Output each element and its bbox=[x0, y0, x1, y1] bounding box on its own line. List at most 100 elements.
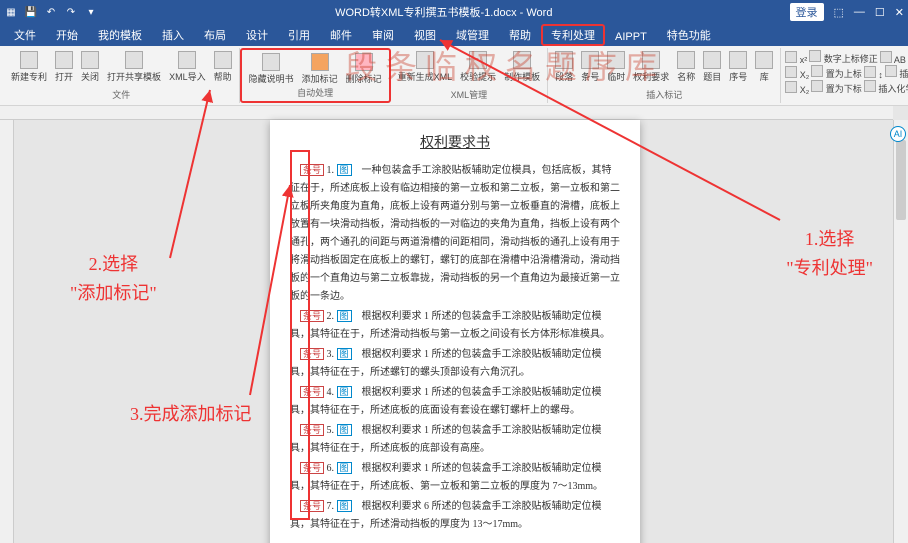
document-title: 权利要求书 bbox=[290, 132, 620, 152]
ribbon-small-row: x² 数字上标修正 AB AB与下白标修正 插入MT公式 化学公式编辑 转为图片… bbox=[785, 50, 908, 65]
tab-9[interactable]: 视图 bbox=[404, 24, 446, 46]
claim-paragraph[interactable]: 条号 4. 图 根据权利要求 1 所述的包装盒手工涂胶贴板辅助定位模具，其特征在… bbox=[290, 384, 620, 420]
small-icon bbox=[785, 81, 797, 93]
tab-3[interactable]: 插入 bbox=[152, 24, 194, 46]
ribbon-icon bbox=[642, 51, 660, 69]
ribbon-small-btn[interactable]: X₂ bbox=[785, 66, 809, 80]
ribbon-label: 临时 bbox=[607, 70, 625, 83]
tab-4[interactable]: 布局 bbox=[194, 24, 236, 46]
undo-icon[interactable]: ↶ bbox=[44, 5, 58, 19]
ribbon-label: 条号 bbox=[581, 70, 599, 83]
tab-14[interactable]: 特色功能 bbox=[657, 24, 721, 46]
ribbon-btn-重新生成XML[interactable]: 重新生成XML bbox=[395, 50, 456, 84]
quick-access: ▦ 💾 ↶ ↷ ▾ bbox=[4, 5, 98, 19]
small-icon bbox=[785, 66, 797, 78]
field-tag: 图 bbox=[337, 164, 352, 176]
ribbon-small-btn[interactable]: AB bbox=[880, 51, 906, 65]
small-icon bbox=[785, 51, 797, 63]
ribbon-small-btn[interactable]: ↕ bbox=[864, 66, 883, 80]
ribbon-icon bbox=[416, 51, 434, 69]
small-icon bbox=[880, 51, 892, 63]
tab-8[interactable]: 审阅 bbox=[362, 24, 404, 46]
claim-tag: 条号 bbox=[300, 424, 324, 436]
ribbon-icon bbox=[581, 51, 599, 69]
vertical-scrollbar[interactable] bbox=[893, 120, 908, 543]
ribbon-small-btn[interactable]: 置为上标 bbox=[811, 65, 862, 80]
ribbon-btn-题目[interactable]: 题目 bbox=[700, 50, 724, 84]
ribbon: 新建专利打开关闭打开共享模板XML导入帮助 文件 隐藏说明书添加标记删除标记 自… bbox=[0, 46, 908, 106]
ribbon-btn-XML导入[interactable]: XML导入 bbox=[166, 50, 209, 84]
save-icon[interactable]: 💾 bbox=[24, 5, 38, 19]
ribbon-group-text: x² 数字上标修正 AB AB与下白标修正 插入MT公式 化学公式编辑 转为图片… bbox=[781, 48, 908, 103]
tab-10[interactable]: 域管理 bbox=[446, 24, 499, 46]
redo-icon[interactable]: ↷ bbox=[64, 5, 78, 19]
ribbon-btn-打开共享模板[interactable]: 打开共享模板 bbox=[104, 50, 164, 84]
ribbon-btn-新建专利[interactable]: 新建专利 bbox=[8, 50, 50, 84]
group-label-xml: XML管理 bbox=[395, 88, 544, 101]
claim-paragraph[interactable]: 条号 6. 图 根据权利要求 1 所述的包装盒手工涂胶贴板辅助定位模具，其特征在… bbox=[290, 460, 620, 496]
ribbon-btn-关闭[interactable]: 关闭 bbox=[78, 50, 102, 84]
close-icon[interactable]: ✕ bbox=[895, 6, 904, 19]
ribbon-btn-名称[interactable]: 名称 bbox=[674, 50, 698, 84]
ribbon-icon bbox=[469, 51, 487, 69]
ribbon-label: XML导入 bbox=[169, 70, 206, 83]
ribbon-small-btn[interactable]: 数字上标修正 bbox=[809, 50, 878, 65]
ribbon-options-icon[interactable]: ⬚ bbox=[834, 6, 844, 19]
ribbon-small-btn[interactable]: 插入上下标 bbox=[885, 65, 908, 80]
ribbon-small-btn[interactable]: X₂ bbox=[785, 81, 809, 95]
ribbon-btn-临时[interactable]: 临时 bbox=[604, 50, 628, 84]
tab-6[interactable]: 引用 bbox=[278, 24, 320, 46]
qat-more-icon[interactable]: ▾ bbox=[84, 5, 98, 19]
ribbon-btn-打开[interactable]: 打开 bbox=[52, 50, 76, 84]
claim-paragraph[interactable]: 条号 1. 图 一种包装盒手工涂胶贴板辅助定位模具，包括底板，其特征在于，所述底… bbox=[290, 162, 620, 306]
ribbon-btn-序号[interactable]: 序号 bbox=[726, 50, 750, 84]
ribbon-label: 库 bbox=[760, 70, 769, 83]
ribbon-group-file: 新建专利打开关闭打开共享模板XML导入帮助 文件 bbox=[4, 48, 240, 103]
ribbon-label: 名称 bbox=[677, 70, 695, 83]
ribbon-group-insert: 段落条号临时权利要求名称题目序号库 插入标记 bbox=[548, 48, 781, 103]
claim-paragraph[interactable]: 条号 3. 图 根据权利要求 1 所述的包装盒手工涂胶贴板辅助定位模具，其特征在… bbox=[290, 346, 620, 382]
window-controls: 登录 ⬚ — ☐ ✕ bbox=[790, 3, 905, 21]
claim-paragraph[interactable]: 条号 5. 图 根据权利要求 1 所述的包装盒手工涂胶贴板辅助定位模具，其特征在… bbox=[290, 422, 620, 458]
ribbon-icon bbox=[355, 53, 373, 71]
claim-tag: 条号 bbox=[300, 500, 324, 512]
scrollbar-thumb[interactable] bbox=[896, 140, 906, 220]
tab-12[interactable]: 专利处理 bbox=[541, 24, 605, 46]
tab-7[interactable]: 邮件 bbox=[320, 24, 362, 46]
tab-2[interactable]: 我的模板 bbox=[88, 24, 152, 46]
tab-1[interactable]: 开始 bbox=[46, 24, 88, 46]
ribbon-label: 删除标记 bbox=[346, 72, 382, 85]
workspace: 权利要求书 条号 1. 图 一种包装盒手工涂胶贴板辅助定位模具，包括底板，其特征… bbox=[0, 106, 908, 543]
ribbon-btn-库[interactable]: 库 bbox=[752, 50, 776, 84]
ruler-horizontal bbox=[0, 106, 893, 120]
ribbon-group-auto-process: 隐藏说明书添加标记删除标记 自动处理 bbox=[240, 48, 391, 103]
ribbon-btn-权利要求[interactable]: 权利要求 bbox=[630, 50, 672, 84]
ribbon-btn-删除标记[interactable]: 删除标记 bbox=[343, 52, 385, 86]
claim-paragraph[interactable]: 条号 2. 图 根据权利要求 1 所述的包装盒手工涂胶贴板辅助定位模具，其特征在… bbox=[290, 308, 620, 344]
login-button[interactable]: 登录 bbox=[790, 3, 824, 21]
ribbon-btn-制作模板[interactable]: 制作模板 bbox=[501, 50, 543, 84]
ribbon-btn-条号[interactable]: 条号 bbox=[578, 50, 602, 84]
ribbon-small-btn[interactable]: 插入化学式 bbox=[864, 80, 908, 95]
minimize-icon[interactable]: — bbox=[854, 6, 865, 18]
ribbon-btn-添加标记[interactable]: 添加标记 bbox=[299, 52, 341, 86]
ai-badge[interactable]: AI bbox=[890, 126, 906, 142]
small-icon bbox=[811, 65, 823, 77]
ribbon-btn-校验提示[interactable]: 校验提示 bbox=[457, 50, 499, 84]
claim-tag: 条号 bbox=[300, 310, 324, 322]
tab-0[interactable]: 文件 bbox=[4, 24, 46, 46]
ribbon-btn-隐藏说明书[interactable]: 隐藏说明书 bbox=[246, 52, 297, 86]
ribbon-label: 关闭 bbox=[81, 70, 99, 83]
document-page[interactable]: 权利要求书 条号 1. 图 一种包装盒手工涂胶贴板辅助定位模具，包括底板，其特征… bbox=[270, 120, 640, 543]
tab-5[interactable]: 设计 bbox=[236, 24, 278, 46]
tab-11[interactable]: 帮助 bbox=[499, 24, 541, 46]
ribbon-small-btn[interactable]: x² bbox=[785, 51, 807, 65]
ribbon-small-btn[interactable]: 置为下标 bbox=[811, 80, 862, 95]
ribbon-btn-段落[interactable]: 段落 bbox=[552, 50, 576, 84]
ribbon-icon bbox=[703, 51, 721, 69]
maximize-icon[interactable]: ☐ bbox=[875, 6, 885, 19]
tab-13[interactable]: AIPPT bbox=[605, 28, 657, 46]
claim-paragraph[interactable]: 条号 7. 图 根据权利要求 6 所述的包装盒手工涂胶贴板辅助定位模具，其特征在… bbox=[290, 498, 620, 534]
ribbon-icon bbox=[214, 51, 232, 69]
ribbon-btn-帮助[interactable]: 帮助 bbox=[211, 50, 235, 84]
